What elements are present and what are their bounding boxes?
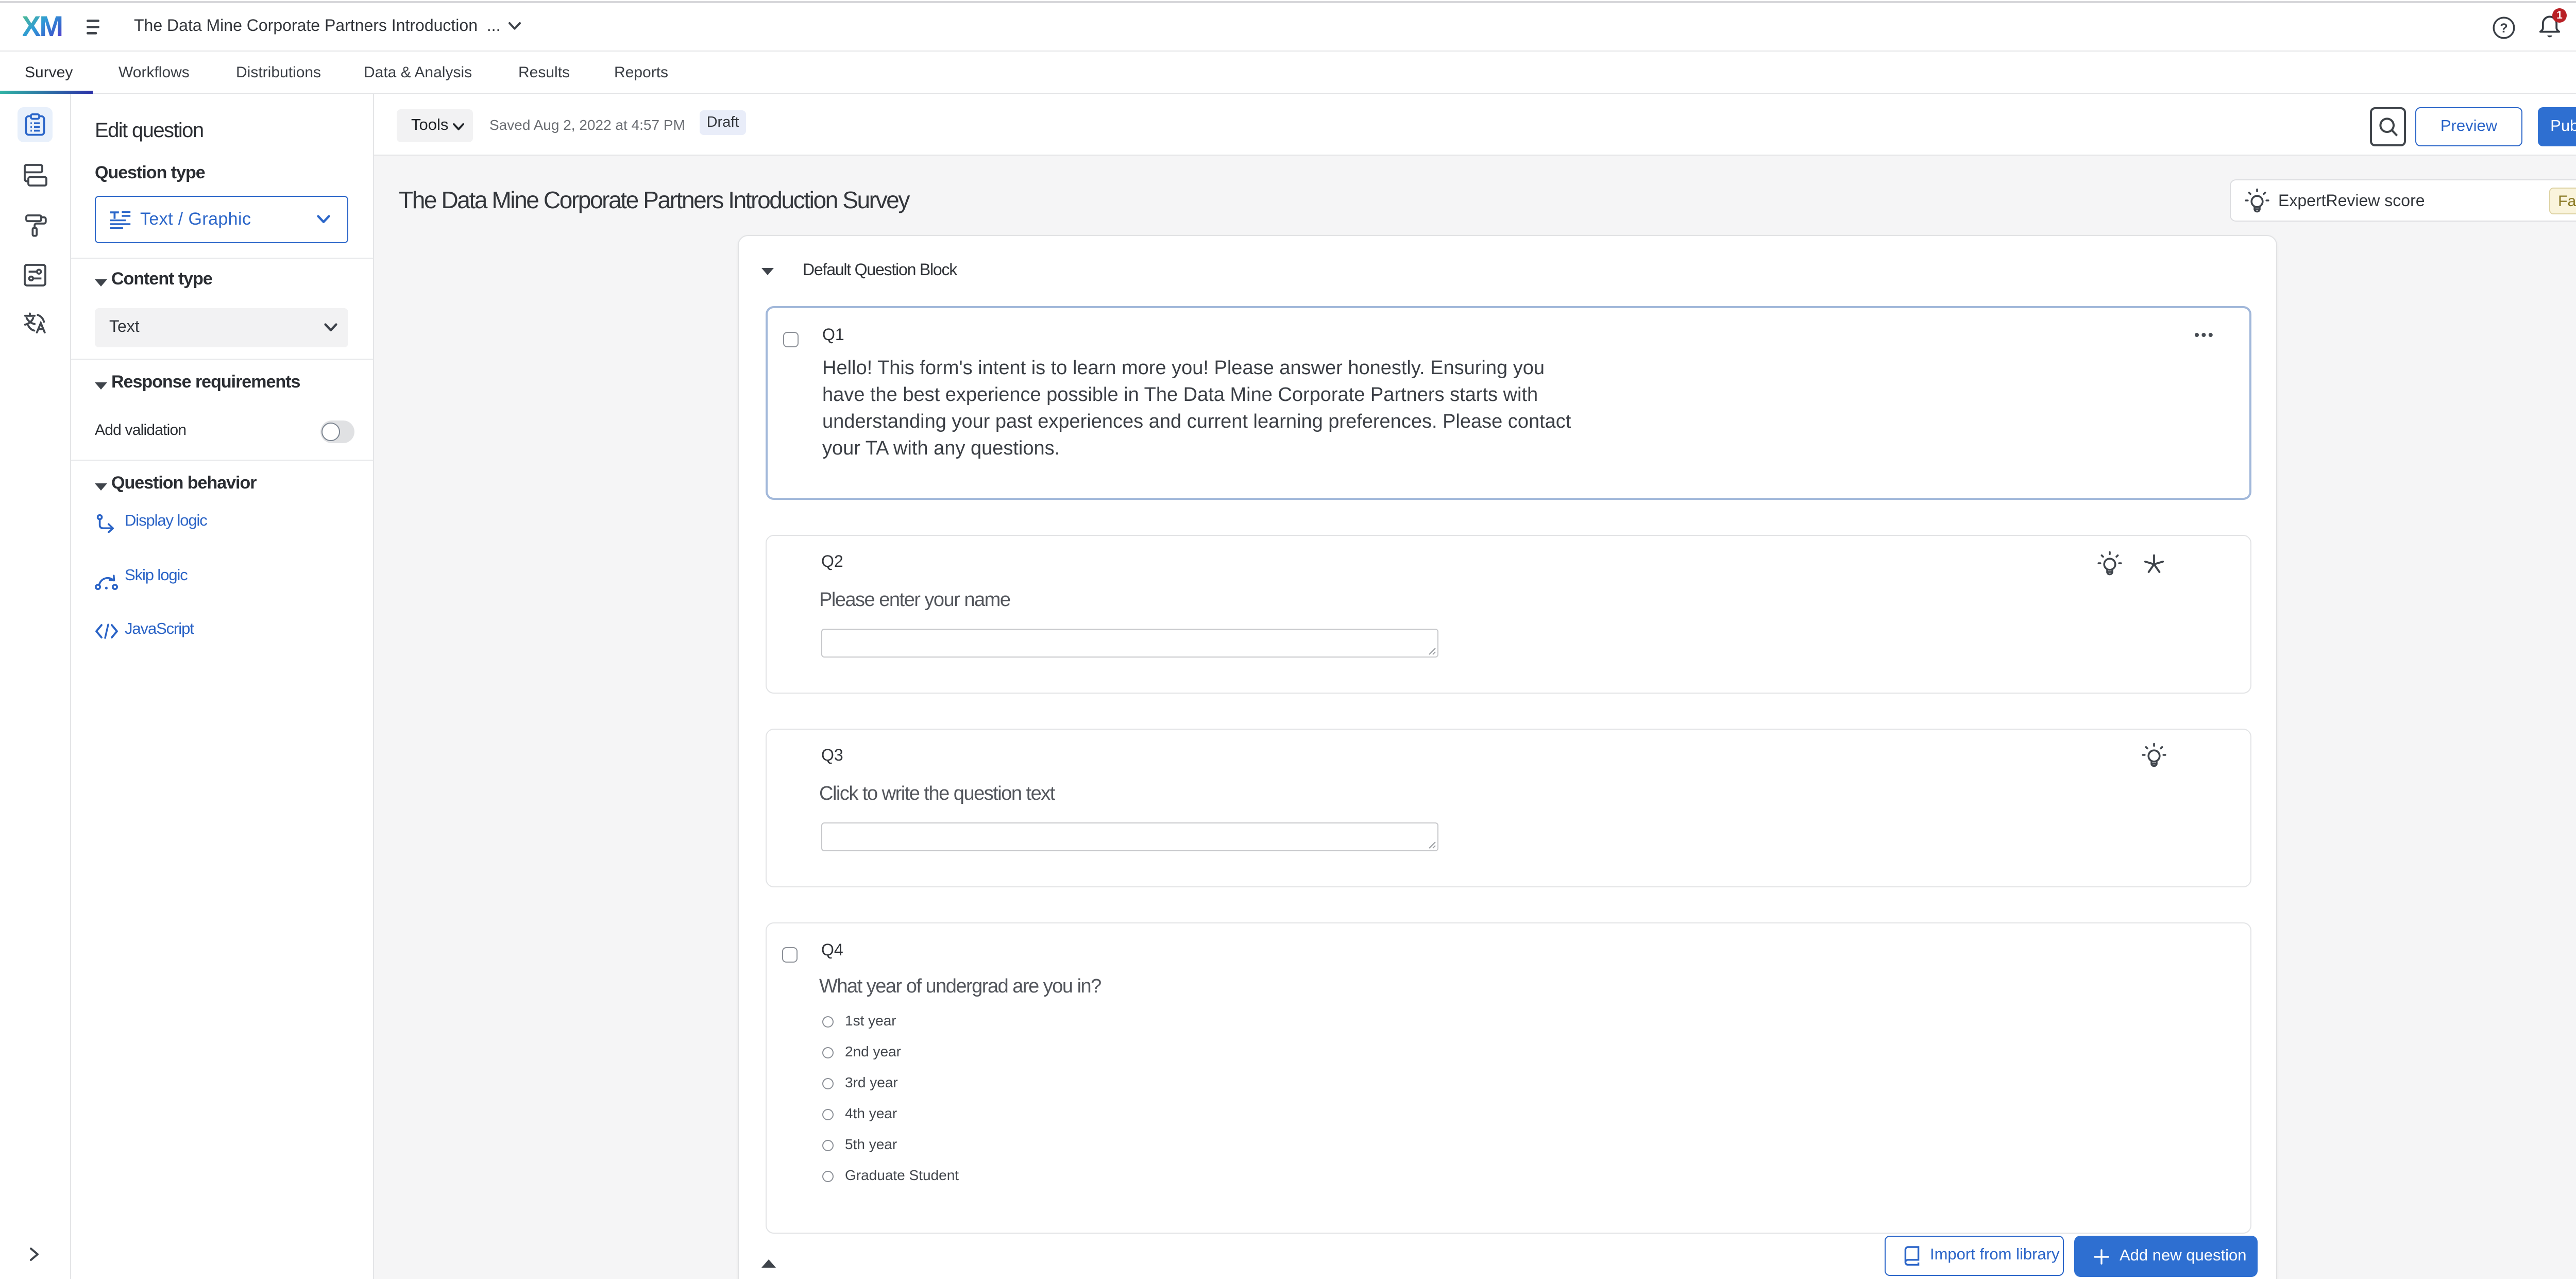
svg-text:XM: XM (23, 14, 62, 38)
svg-text:?: ? (2500, 21, 2507, 36)
